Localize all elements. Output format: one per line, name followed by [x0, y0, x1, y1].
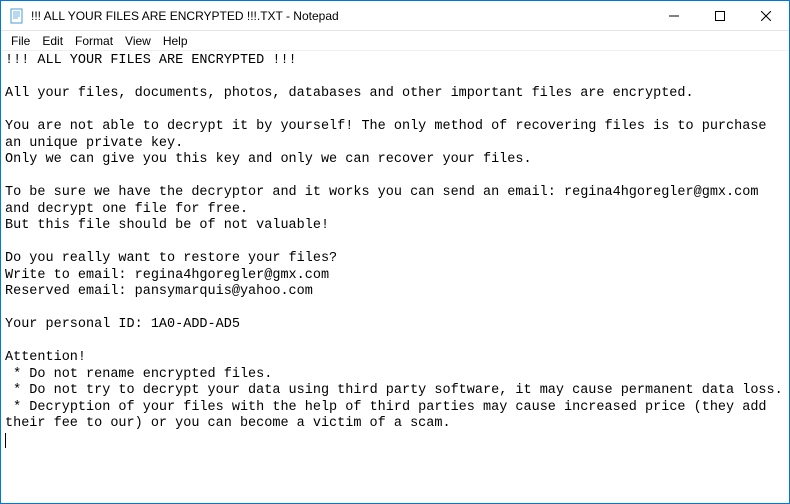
menu-help[interactable]: Help [157, 32, 194, 50]
minimize-button[interactable] [651, 1, 697, 31]
menu-file[interactable]: File [5, 32, 36, 50]
text-area[interactable]: !!! ALL YOUR FILES ARE ENCRYPTED !!! All… [1, 51, 789, 503]
menu-view[interactable]: View [119, 32, 157, 50]
window-title: !!! ALL YOUR FILES ARE ENCRYPTED !!!.TXT… [31, 9, 651, 23]
close-button[interactable] [743, 1, 789, 31]
notepad-icon [9, 8, 25, 24]
titlebar[interactable]: !!! ALL YOUR FILES ARE ENCRYPTED !!!.TXT… [1, 1, 789, 31]
menubar: File Edit Format View Help [1, 31, 789, 51]
document-text: !!! ALL YOUR FILES ARE ENCRYPTED !!! All… [5, 53, 783, 431]
maximize-button[interactable] [697, 1, 743, 31]
menu-edit[interactable]: Edit [36, 32, 69, 50]
menu-format[interactable]: Format [69, 32, 119, 50]
text-cursor [5, 433, 6, 448]
window-controls [651, 1, 789, 30]
